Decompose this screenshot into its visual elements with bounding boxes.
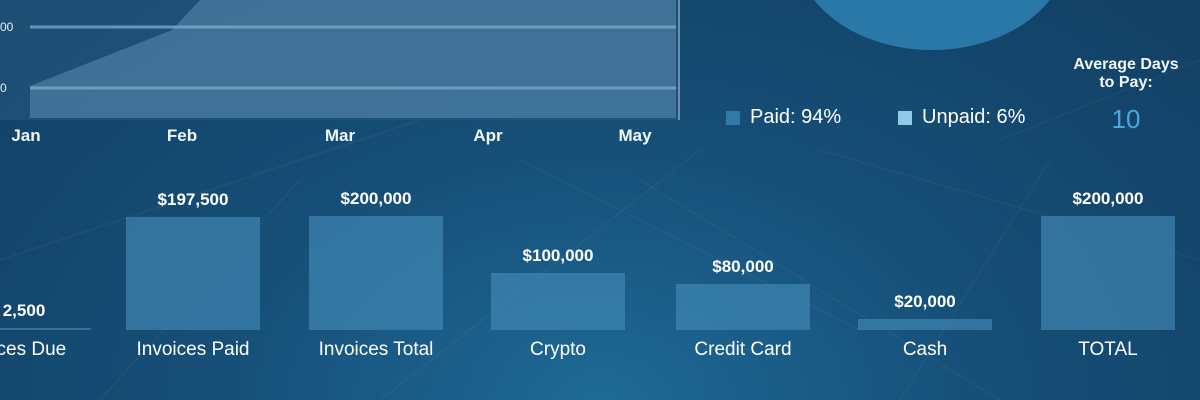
legend-swatch-paid (726, 110, 740, 125)
bar-category-label: Invoices Paid (136, 339, 250, 360)
x-tick-apr: Apr (473, 126, 503, 145)
bar-value-label: $20,000 (894, 292, 956, 311)
bar-value-label: $80,000 (712, 257, 774, 276)
x-tick-jan: Jan (11, 126, 41, 145)
bar (491, 273, 625, 330)
bar (676, 284, 810, 330)
bar-value-label: $197,500 (157, 190, 229, 209)
y-tick-label: 00 (0, 20, 14, 34)
bar-category-label: TOTAL (1078, 339, 1138, 360)
bar-category-label: Crypto (530, 339, 586, 360)
bar-category-label: oices Due (0, 339, 67, 360)
bar (858, 319, 992, 330)
average-days-value: 10 (1111, 104, 1141, 134)
bar-category-label: Invoices Total (318, 339, 434, 360)
legend-label-paid: Paid: 94% (750, 106, 842, 128)
bar-value-label: $200,000 (340, 189, 412, 208)
legend-swatch-unpaid (898, 110, 912, 125)
legend-label-unpaid: Unpaid: 6% (922, 106, 1026, 128)
bar-value-label: $100,000 (522, 246, 594, 265)
x-tick-mar: Mar (324, 126, 356, 145)
bar-category-label: Credit Card (694, 339, 792, 360)
x-tick-may: May (618, 126, 652, 145)
y-tick-label: 0 (0, 81, 7, 95)
area-chart (30, 0, 676, 118)
bar-value-label: $200,000 (1072, 189, 1144, 208)
x-tick-feb: Feb (166, 126, 198, 145)
legend-paid: Paid: 94% (726, 106, 841, 129)
bar-category-label: Cash (902, 339, 948, 360)
average-days-label-line2: to Pay: (1099, 74, 1153, 91)
legend-unpaid: Unpaid: 6% (898, 106, 1025, 129)
bar-value-label: 2,500 (2, 301, 46, 320)
bar (1041, 216, 1175, 330)
area-series (30, 0, 676, 118)
average-days-label-line1: Average Days (1073, 56, 1179, 73)
average-days-label: Average Days to Pay: (1064, 56, 1188, 92)
bar (126, 217, 260, 330)
bar (0, 328, 91, 330)
bar (309, 216, 443, 330)
